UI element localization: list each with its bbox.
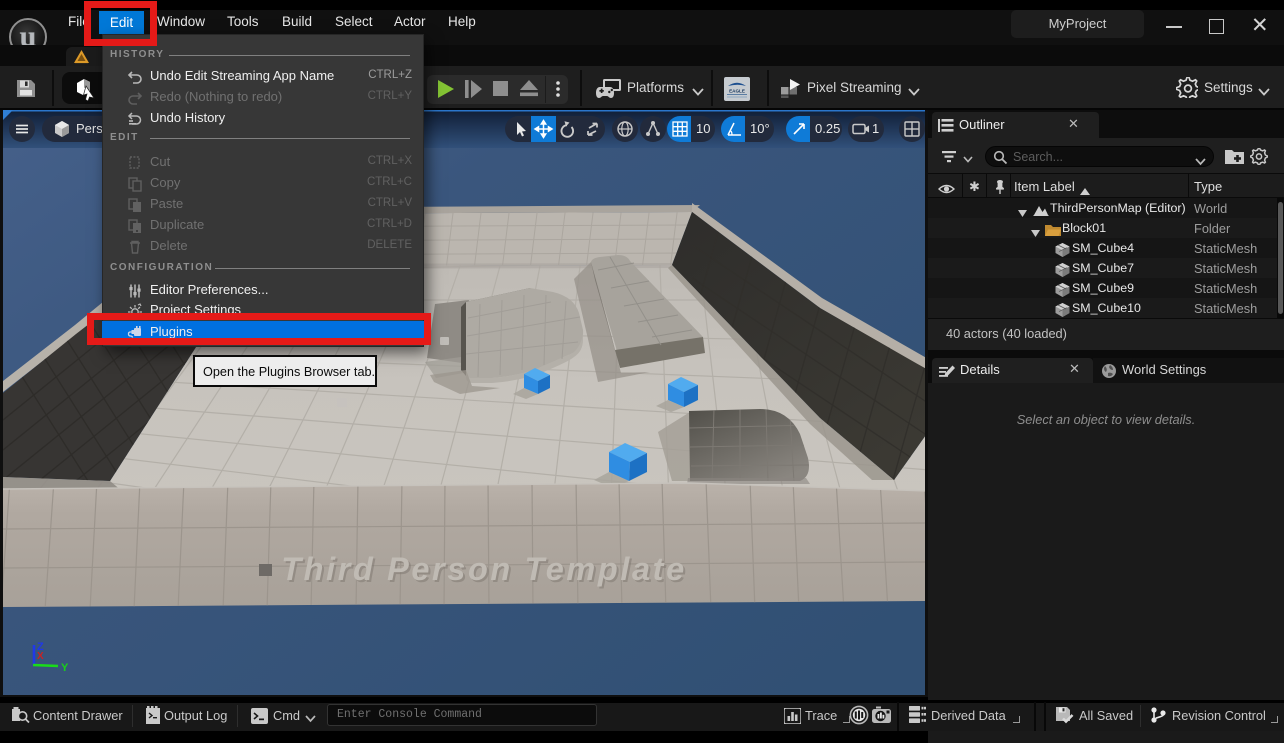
svg-text:Third Person Template: Third Person Template (281, 551, 687, 587)
svg-text:EAGLE: EAGLE (729, 89, 745, 94)
svg-text:Y: Y (61, 662, 69, 674)
svg-text:X: X (37, 651, 44, 662)
